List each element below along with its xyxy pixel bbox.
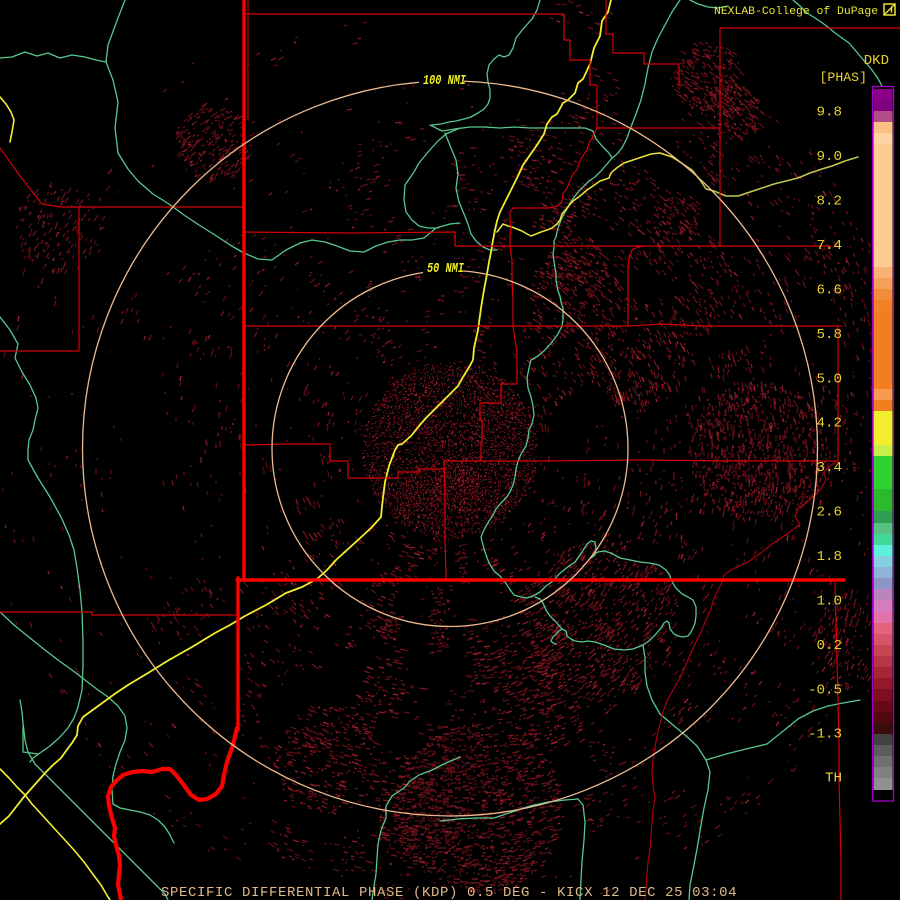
svg-text:6.6: 6.6 [816, 282, 842, 298]
svg-text:TH: TH [825, 771, 842, 787]
svg-text:50 NMI: 50 NMI [427, 262, 465, 277]
svg-text:2.6: 2.6 [816, 505, 842, 521]
svg-text:4.2: 4.2 [816, 416, 842, 432]
svg-text:9.0: 9.0 [816, 149, 842, 165]
svg-text:1.8: 1.8 [816, 549, 842, 565]
svg-text:DKD: DKD [864, 53, 889, 69]
svg-text:1.0: 1.0 [816, 593, 842, 609]
svg-text:5.8: 5.8 [816, 327, 842, 343]
svg-text:NEXLAB-College of DuPage: NEXLAB-College of DuPage [714, 6, 878, 18]
svg-text:0.2: 0.2 [816, 638, 842, 654]
svg-text:-0.5: -0.5 [808, 682, 842, 698]
svg-text:-1.3: -1.3 [808, 727, 842, 743]
svg-text:8.2: 8.2 [816, 194, 842, 210]
svg-text:7.4: 7.4 [816, 238, 842, 254]
svg-text:5.0: 5.0 [816, 371, 842, 387]
svg-text:100 NMI: 100 NMI [423, 74, 467, 89]
svg-text:[PHAS]: [PHAS] [820, 70, 867, 85]
svg-text:3.4: 3.4 [816, 460, 842, 476]
svg-text:9.8: 9.8 [816, 105, 842, 121]
svg-text:SPECIFIC DIFFERENTIAL PHASE (K: SPECIFIC DIFFERENTIAL PHASE (KDP) 0.5 DE… [161, 885, 737, 900]
